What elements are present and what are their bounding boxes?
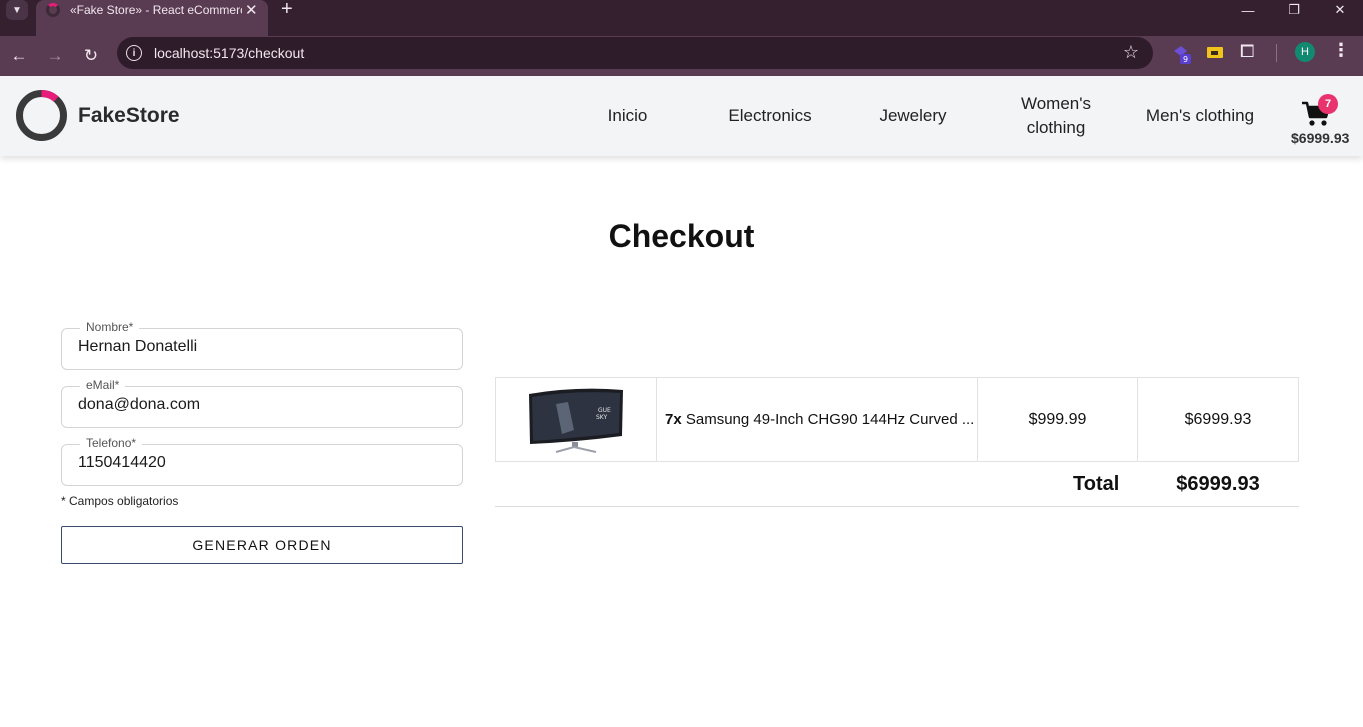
- nav-jewelery[interactable]: Jewelery: [863, 76, 963, 156]
- order-item-name: Samsung 49-Inch CHG90 144Hz Curved ...: [685, 411, 975, 428]
- order-item-quantity: 7x: [665, 411, 682, 428]
- required-fields-note: * Campos obligatorios: [61, 494, 179, 508]
- cart-widget[interactable]: 7 $6999.93: [1290, 90, 1354, 150]
- browser-toolbar: ← → ↻ i localhost:5173/checkout ☆ 9 ⧠ H …: [0, 36, 1363, 76]
- nombre-label: Nombre*: [80, 320, 140, 334]
- fakestore-logo-icon[interactable]: [14, 88, 69, 143]
- profile-avatar[interactable]: H: [1295, 42, 1315, 62]
- product-image-cell: GUE SKY: [496, 378, 657, 461]
- order-total-row: Total $6999.93: [495, 462, 1299, 507]
- brand-name[interactable]: FakeStore: [78, 104, 180, 128]
- new-tab-icon[interactable]: +: [281, 0, 293, 21]
- browser-tab[interactable]: «Fake Store» - React eCommerce ✕: [36, 0, 268, 36]
- order-table: GUE SKY 7x Samsung 49-Inch CHG90 144Hz C…: [495, 377, 1299, 462]
- order-item-unit-price: $999.99: [1028, 410, 1087, 428]
- order-item-subtotal: $6999.93: [1184, 410, 1252, 428]
- subtotal-cell: $6999.93: [1138, 378, 1298, 461]
- toolbar-divider: [1276, 44, 1277, 62]
- nav-womens-clothing[interactable]: Women's clothing: [1011, 76, 1101, 156]
- product-image-curved-monitor: GUE SKY: [529, 388, 623, 453]
- browser-menu-icon[interactable]: ⋮: [1332, 40, 1350, 61]
- email-field[interactable]: eMail*: [61, 378, 463, 428]
- cart-count-badge: 7: [1318, 94, 1338, 114]
- svg-text:9: 9: [1183, 55, 1188, 64]
- cart-total: $6999.93: [1291, 130, 1350, 146]
- order-total-label: Total: [1073, 473, 1120, 495]
- product-description-cell: 7x Samsung 49-Inch CHG90 144Hz Curved ..…: [657, 378, 978, 461]
- url-text[interactable]: localhost:5173/checkout: [154, 45, 304, 61]
- unit-price-cell: $999.99: [978, 378, 1138, 461]
- extension-folder-icon[interactable]: [1206, 43, 1224, 61]
- reload-icon[interactable]: ↻: [77, 42, 105, 70]
- bookmark-star-icon[interactable]: ☆: [1123, 42, 1139, 63]
- tab-title: «Fake Store» - React eCommerce: [70, 3, 242, 17]
- nav-inicio[interactable]: Inicio: [580, 76, 675, 156]
- minimize-icon[interactable]: —: [1225, 0, 1271, 20]
- nombre-input[interactable]: [78, 338, 448, 356]
- browser-tab-strip: ▼ «Fake Store» - React eCommerce ✕ + — ❐…: [0, 0, 1363, 36]
- telefono-input[interactable]: [78, 454, 448, 472]
- address-bar[interactable]: i localhost:5173/checkout ☆: [117, 37, 1153, 69]
- extension-shield-icon[interactable]: 9: [1171, 43, 1193, 65]
- nav-mens-clothing[interactable]: Men's clothing: [1140, 76, 1260, 156]
- nav-electronics[interactable]: Electronics: [715, 76, 825, 156]
- svg-text:GUE: GUE: [598, 407, 611, 414]
- site-header: FakeStore Inicio Electronics Jewelery Wo…: [0, 76, 1363, 156]
- window-close-icon[interactable]: ✕: [1317, 0, 1363, 20]
- extensions-puzzle-icon[interactable]: ⧠: [1240, 41, 1254, 62]
- back-arrow-icon[interactable]: ←: [5, 42, 33, 70]
- svg-text:SKY: SKY: [596, 414, 608, 421]
- telefono-label: Telefono*: [80, 436, 143, 450]
- tab-favicon-icon: [46, 3, 60, 17]
- generate-order-button[interactable]: GENERAR ORDEN: [61, 526, 463, 564]
- email-input[interactable]: [78, 396, 448, 414]
- page-title: Checkout: [608, 218, 755, 254]
- nombre-field[interactable]: Nombre*: [61, 320, 463, 370]
- tab-search-icon[interactable]: ▼: [6, 0, 28, 20]
- restore-icon[interactable]: ❐: [1271, 0, 1317, 20]
- site-info-icon[interactable]: i: [126, 45, 142, 61]
- tab-close-icon[interactable]: ✕: [245, 1, 258, 19]
- forward-arrow-icon[interactable]: →: [41, 42, 69, 70]
- telefono-field[interactable]: Telefono*: [61, 436, 463, 486]
- order-total-value: $6999.93: [1176, 473, 1260, 495]
- email-label: eMail*: [80, 378, 126, 392]
- order-item-description: 7x Samsung 49-Inch CHG90 144Hz Curved ..…: [657, 411, 974, 428]
